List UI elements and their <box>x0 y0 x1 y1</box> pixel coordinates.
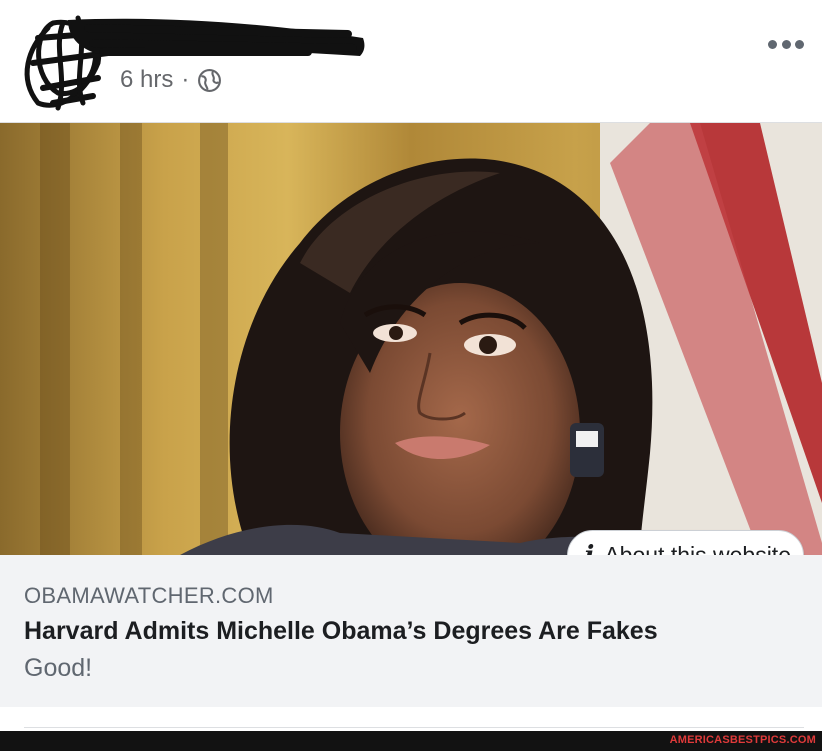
post-divider <box>24 727 804 728</box>
more-options-icon[interactable] <box>768 32 804 56</box>
link-preview-text[interactable]: OBAMAWATCHER.COM Harvard Admits Michelle… <box>0 555 822 707</box>
redacted-author-scribble <box>24 15 365 111</box>
post-timestamp[interactable]: 6 hrs <box>120 66 173 94</box>
link-headline[interactable]: Harvard Admits Michelle Obama’s Degrees … <box>24 617 798 646</box>
more-dot <box>768 39 777 49</box>
post-meta: 6 hrs · <box>120 64 222 96</box>
more-dot <box>781 39 791 49</box>
link-preview-image[interactable] <box>0 123 822 555</box>
watermark-bar: AMERICASBESTPICS.COM <box>0 731 822 751</box>
globe-icon <box>198 68 222 92</box>
watermark-text: AMERICASBESTPICS.COM <box>669 734 816 746</box>
link-domain: OBAMAWATCHER.COM <box>24 583 274 608</box>
post-header: 6 hrs · <box>0 0 822 122</box>
meta-separator: · <box>181 66 190 93</box>
link-subtitle: Good! <box>24 654 93 682</box>
link-preview-card[interactable]: i About this website OBAMAWATCHER.COM Ha… <box>0 122 822 707</box>
more-dot <box>795 39 804 49</box>
